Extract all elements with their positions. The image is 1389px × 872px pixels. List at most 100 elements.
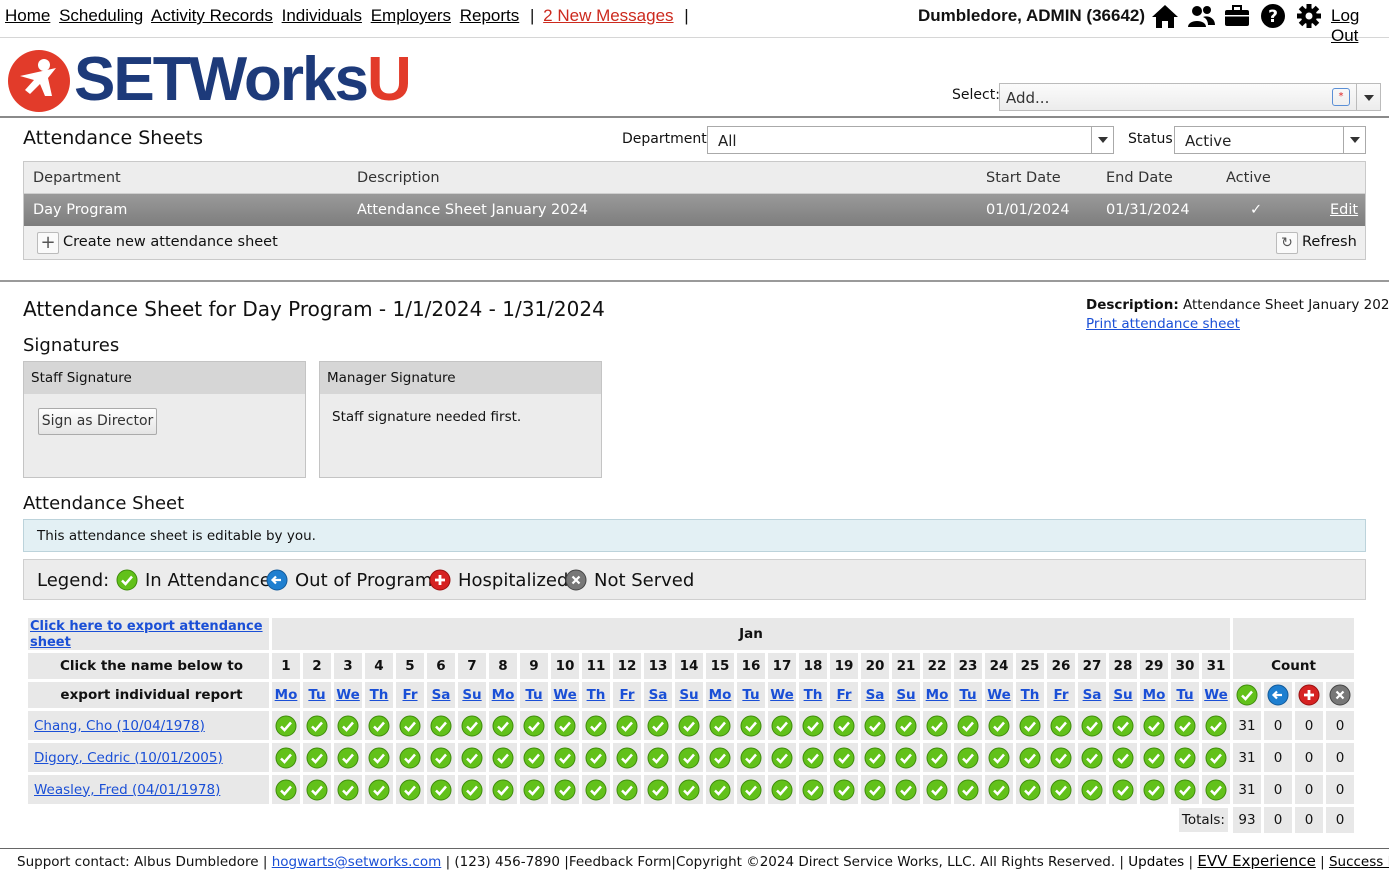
attendance-check-icon[interactable]	[275, 747, 297, 769]
attendance-check-icon[interactable]	[1019, 747, 1041, 769]
attendance-check-icon[interactable]	[306, 747, 328, 769]
attendance-check-icon[interactable]	[399, 747, 421, 769]
attendance-check-icon[interactable]	[368, 779, 390, 801]
quick-add-icon[interactable]: *	[1332, 88, 1350, 106]
out-of-program-icon[interactable]	[1267, 684, 1289, 706]
attendance-check-icon[interactable]	[864, 715, 886, 737]
attendance-check-icon[interactable]	[1081, 747, 1103, 769]
attendance-check-icon[interactable]	[523, 715, 545, 737]
attendance-check-icon[interactable]	[1205, 779, 1227, 801]
weekday-link[interactable]: Tu	[1176, 687, 1193, 703]
attendance-check-icon[interactable]	[368, 747, 390, 769]
briefcase-icon[interactable]	[1222, 2, 1252, 30]
edit-link[interactable]: Edit	[1330, 202, 1358, 218]
weekday-link[interactable]: Su	[1113, 687, 1132, 703]
attendance-check-icon[interactable]	[1205, 715, 1227, 737]
weekday-link[interactable]: Fr	[619, 687, 634, 703]
attendance-check-icon[interactable]	[430, 715, 452, 737]
weekday-link[interactable]: Mo	[492, 687, 515, 703]
attendance-check-icon[interactable]	[492, 779, 514, 801]
status-select[interactable]: Active	[1174, 126, 1366, 154]
attendance-check-icon[interactable]	[523, 779, 545, 801]
nav-reports[interactable]: Reports	[460, 6, 520, 25]
attendance-check-icon[interactable]	[864, 747, 886, 769]
weekday-link[interactable]: We	[987, 687, 1011, 703]
attendance-check-icon[interactable]	[337, 747, 359, 769]
attendance-check-icon[interactable]	[926, 715, 948, 737]
refresh-button[interactable]: Refresh	[1302, 234, 1357, 250]
attendance-check-icon[interactable]	[554, 779, 576, 801]
support-email-link[interactable]: hogwarts@setworks.com	[272, 854, 442, 870]
attendance-check-icon[interactable]	[430, 747, 452, 769]
weekday-link[interactable]: We	[553, 687, 577, 703]
attendance-check-icon[interactable]	[988, 779, 1010, 801]
attendance-check-icon[interactable]	[616, 715, 638, 737]
attendance-check-icon[interactable]	[864, 779, 886, 801]
evv-experience-link[interactable]: EVV Experience	[1197, 852, 1315, 870]
attendance-check-icon[interactable]	[1143, 747, 1165, 769]
attendance-check-icon[interactable]	[802, 715, 824, 737]
attendance-check-icon[interactable]	[1112, 779, 1134, 801]
status-dropdown-button[interactable]	[1343, 127, 1365, 153]
nav-employers[interactable]: Employers	[371, 6, 451, 25]
refresh-icon[interactable]: ↻	[1276, 232, 1298, 254]
attendance-check-icon[interactable]	[895, 779, 917, 801]
hospitalized-icon[interactable]	[1298, 684, 1320, 706]
nav-individuals[interactable]: Individuals	[282, 6, 362, 25]
weekday-link[interactable]: Fr	[402, 687, 417, 703]
department-select[interactable]: All	[707, 126, 1114, 154]
weekday-link[interactable]: Tu	[525, 687, 542, 703]
weekday-link[interactable]: Sa	[649, 687, 668, 703]
help-icon[interactable]: ?	[1258, 2, 1288, 30]
users-icon[interactable]	[1186, 2, 1216, 30]
attendance-check-icon[interactable]	[988, 715, 1010, 737]
weekday-link[interactable]: Mo	[1143, 687, 1166, 703]
attendance-check-icon[interactable]	[368, 715, 390, 737]
attendance-check-icon[interactable]	[709, 747, 731, 769]
logout-link[interactable]: Log Out	[1331, 6, 1389, 46]
attendance-check-icon[interactable]	[275, 779, 297, 801]
not-served-icon[interactable]	[1329, 684, 1351, 706]
weekday-link[interactable]: Su	[679, 687, 698, 703]
attendance-check-icon[interactable]	[1019, 779, 1041, 801]
attendance-check-icon[interactable]	[492, 747, 514, 769]
col-end-date[interactable]: End Date	[1106, 170, 1173, 186]
attendance-check-icon[interactable]	[1050, 747, 1072, 769]
in-attendance-icon[interactable]	[1236, 684, 1258, 706]
department-dropdown-button[interactable]	[1091, 127, 1113, 153]
attendance-check-icon[interactable]	[740, 715, 762, 737]
attendance-check-icon[interactable]	[678, 747, 700, 769]
attendance-check-icon[interactable]	[802, 779, 824, 801]
attendance-check-icon[interactable]	[616, 779, 638, 801]
attendance-check-icon[interactable]	[647, 715, 669, 737]
attendance-check-icon[interactable]	[616, 747, 638, 769]
attendance-check-icon[interactable]	[709, 715, 731, 737]
attendance-check-icon[interactable]	[554, 747, 576, 769]
weekday-link[interactable]: Tu	[308, 687, 325, 703]
attendance-check-icon[interactable]	[833, 747, 855, 769]
attendance-check-icon[interactable]	[275, 715, 297, 737]
attendance-check-icon[interactable]	[554, 715, 576, 737]
attendance-check-icon[interactable]	[585, 779, 607, 801]
col-active[interactable]: Active	[1226, 170, 1271, 186]
attendance-check-icon[interactable]	[585, 715, 607, 737]
home-icon[interactable]	[1150, 2, 1180, 30]
attendance-check-icon[interactable]	[988, 747, 1010, 769]
attendance-check-icon[interactable]	[306, 779, 328, 801]
individual-report-link[interactable]: Digory, Cedric (10/01/2005)	[34, 750, 223, 766]
success-plan-link[interactable]: Success Plan	[1329, 854, 1389, 870]
attendance-check-icon[interactable]	[647, 747, 669, 769]
attendance-check-icon[interactable]	[833, 779, 855, 801]
attendance-check-icon[interactable]	[1205, 747, 1227, 769]
plus-icon[interactable]: +	[37, 232, 59, 254]
weekday-link[interactable]: Sa	[432, 687, 451, 703]
sign-as-director-button[interactable]: Sign as Director	[38, 408, 157, 435]
individual-report-link[interactable]: Weasley, Fred (04/01/1978)	[34, 782, 220, 798]
weekday-link[interactable]: Su	[462, 687, 481, 703]
weekday-link[interactable]: Mo	[275, 687, 298, 703]
attendance-check-icon[interactable]	[802, 747, 824, 769]
attendance-check-icon[interactable]	[461, 779, 483, 801]
weekday-link[interactable]: Th	[587, 687, 606, 703]
create-sheet-button[interactable]: Create new attendance sheet	[63, 234, 278, 250]
attendance-check-icon[interactable]	[1081, 779, 1103, 801]
